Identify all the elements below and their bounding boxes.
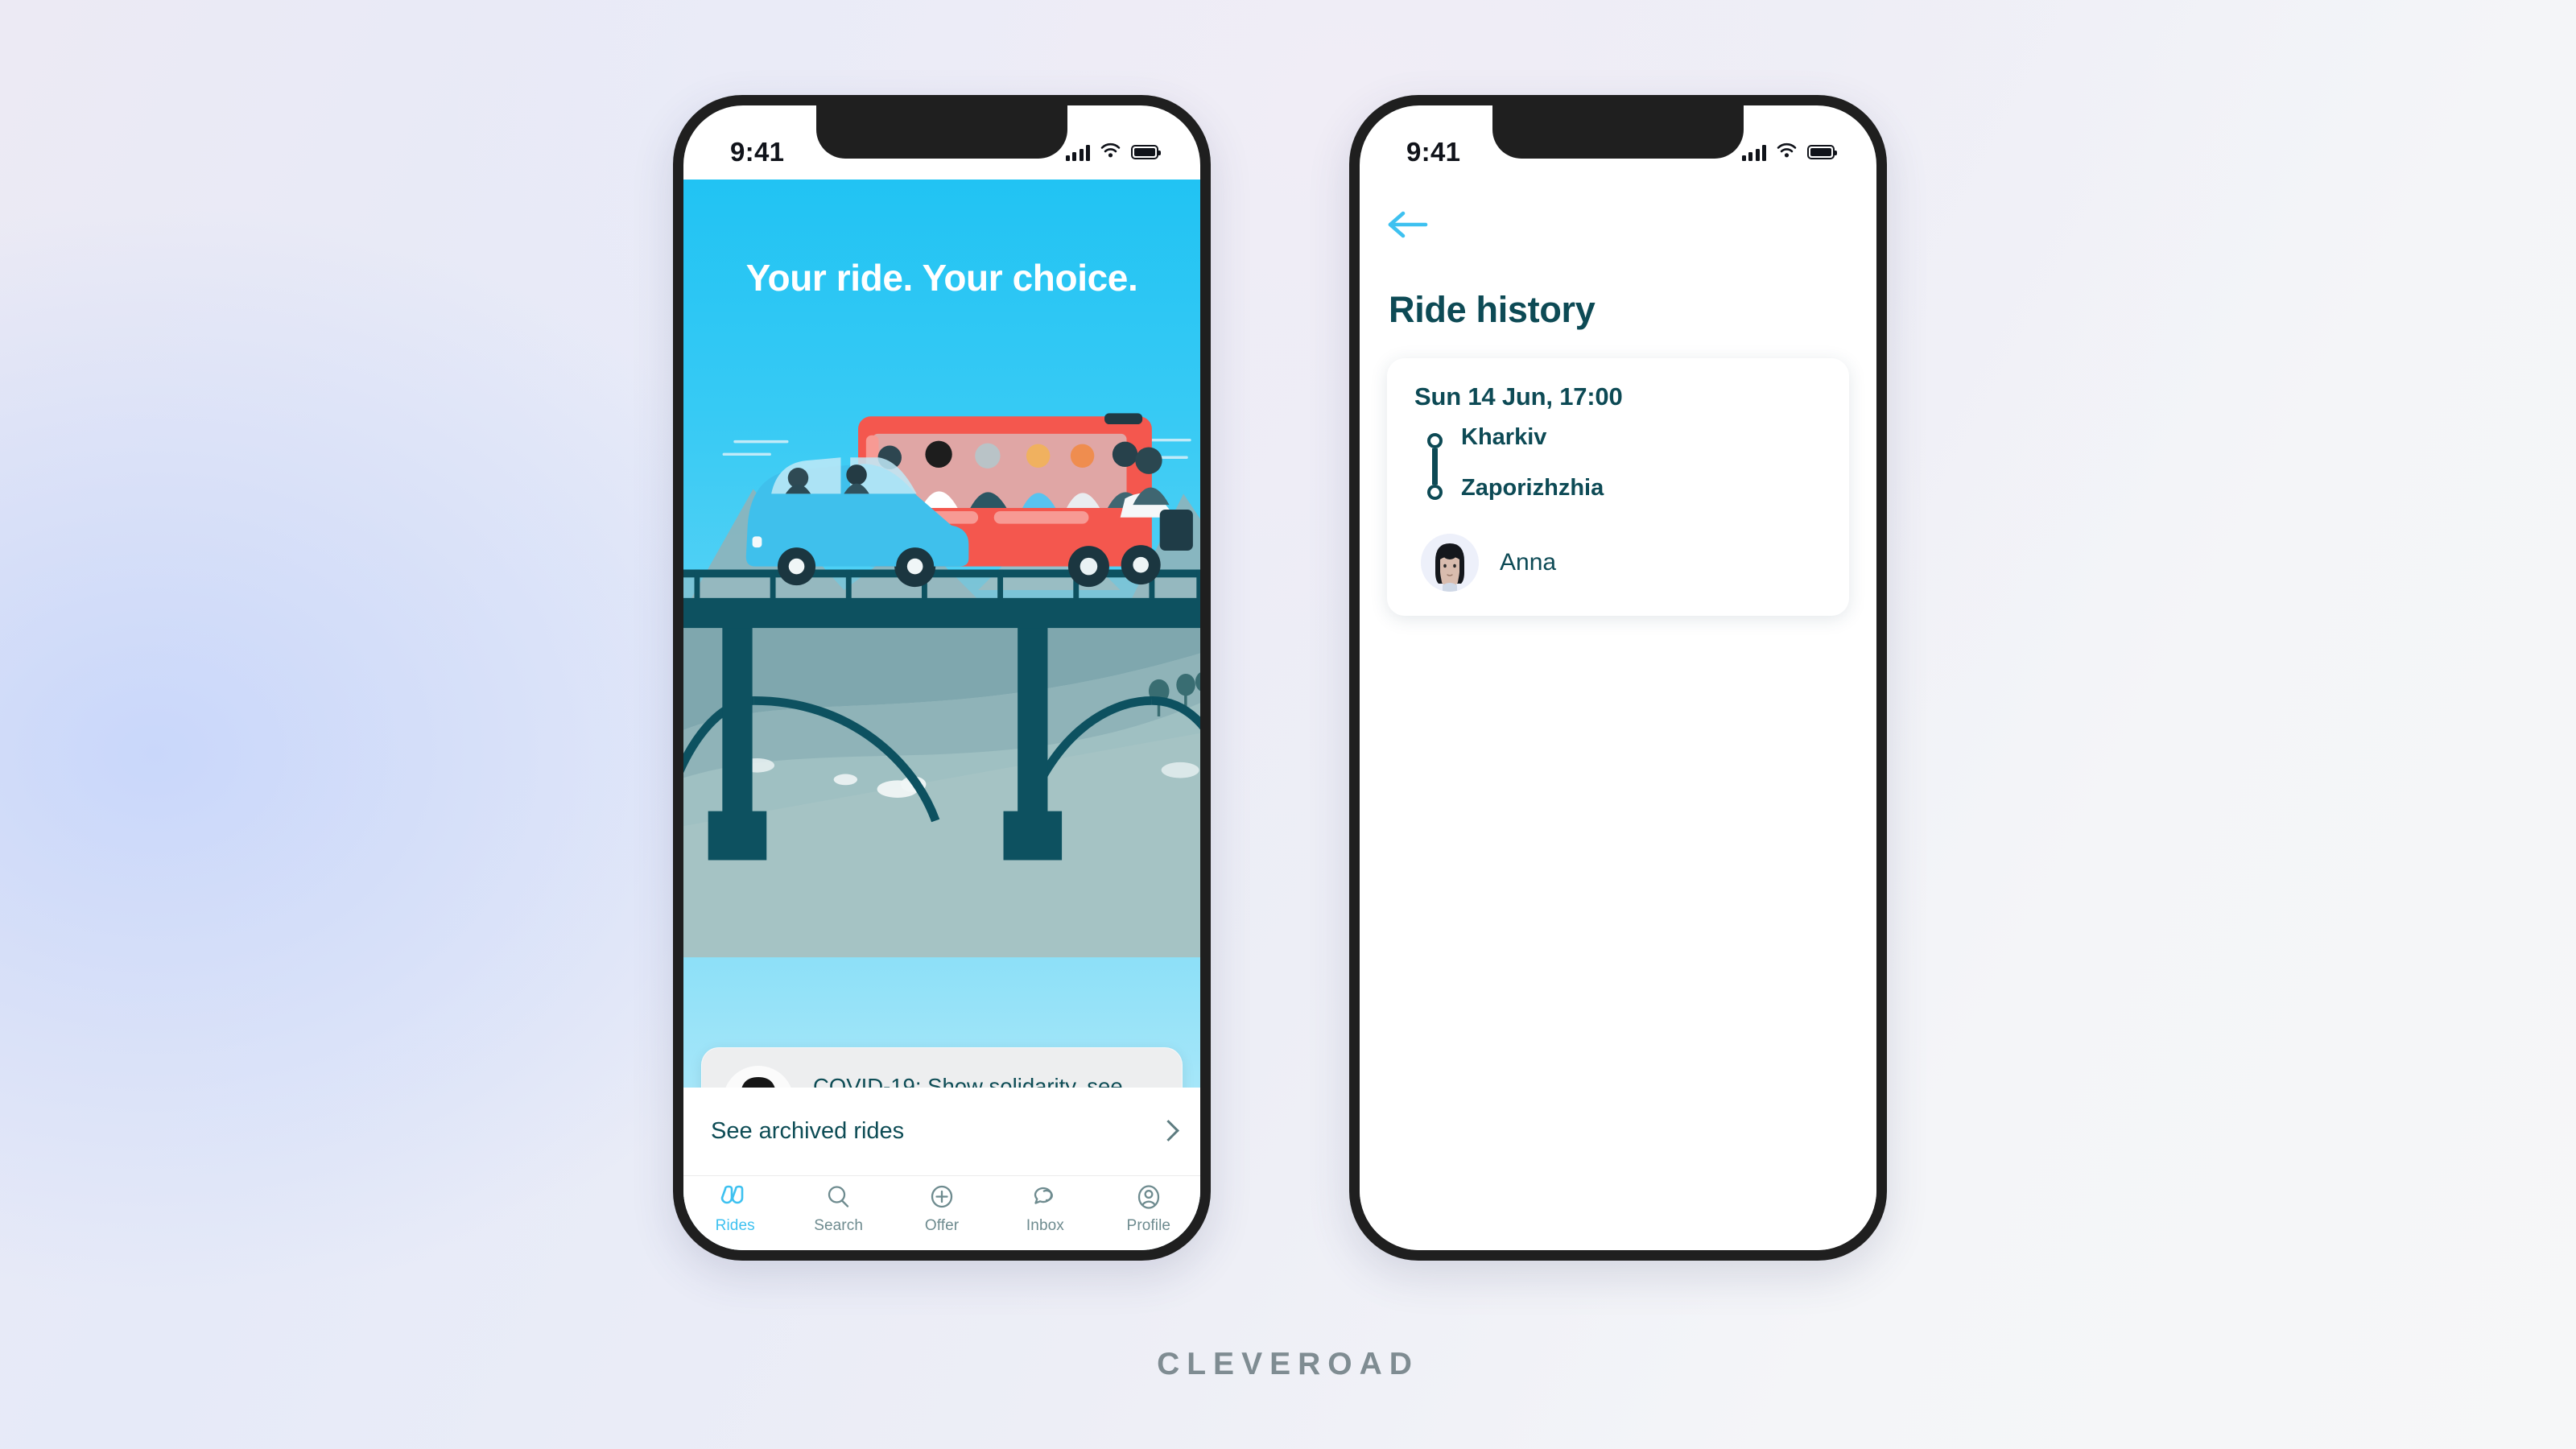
bottom-tab-bar: Rides Search Offer Inbox Profile <box>683 1176 1200 1250</box>
cleveroad-wordmark: CLEVEROAD <box>1157 1347 1419 1381</box>
signal-icon <box>1741 144 1766 161</box>
battery-icon <box>1807 145 1837 159</box>
battery-icon <box>1131 145 1161 159</box>
destination-dot-icon <box>1426 485 1443 500</box>
ride-history-card[interactable]: Sun 14 Jun, 17:00 Kharkiv Zaporizhzhia A… <box>1387 358 1849 616</box>
driver-name: Anna <box>1500 549 1557 576</box>
signal-icon <box>1065 144 1090 161</box>
avatar <box>1421 534 1479 592</box>
plus-circle-icon <box>929 1183 955 1212</box>
hero-headline: Your ride. Your choice. <box>745 257 1138 299</box>
status-bar-time: 9:41 <box>1406 137 1461 167</box>
driver-row[interactable]: Anna <box>1414 534 1822 592</box>
see-archived-rides-label: See archived rides <box>711 1118 905 1144</box>
chevron-right-icon <box>1159 1120 1173 1144</box>
right-screen: Ride history Sun 14 Jun, 17:00 Kharkiv Z… <box>1360 105 1876 1250</box>
destination-label: Zaporizhzhia <box>1461 475 1604 501</box>
tab-profile[interactable]: Profile <box>1097 1183 1200 1235</box>
arrow-left-icon <box>1385 208 1430 246</box>
tab-search-label: Search <box>814 1217 864 1234</box>
tab-rides[interactable]: Rides <box>683 1183 786 1235</box>
notch <box>1492 105 1744 159</box>
see-archived-rides-row[interactable]: See archived rides <box>683 1088 1200 1176</box>
route-stops: Kharkiv Zaporizhzhia <box>1461 426 1604 500</box>
tab-offer[interactable]: Offer <box>890 1183 993 1235</box>
hero-illustration-area: Your ride. Your choice. COVID-19: Show s… <box>683 180 1200 1250</box>
tab-profile-label: Profile <box>1126 1217 1171 1234</box>
tab-inbox-label: Inbox <box>1026 1217 1064 1234</box>
route-section: Kharkiv Zaporizhzhia <box>1414 426 1822 500</box>
phone-right: Ride history Sun 14 Jun, 17:00 Kharkiv Z… <box>1349 95 1887 1261</box>
tab-search[interactable]: Search <box>786 1183 890 1235</box>
left-screen: Your ride. Your choice. COVID-19: Show s… <box>683 105 1200 1250</box>
chat-bubble-icon <box>1031 1183 1059 1212</box>
tab-inbox[interactable]: Inbox <box>993 1183 1096 1235</box>
origin-label: Kharkiv <box>1461 424 1547 450</box>
status-bar-time: 9:41 <box>730 137 785 167</box>
tab-offer-label: Offer <box>924 1217 960 1234</box>
tab-rides-label: Rides <box>715 1217 755 1234</box>
search-icon <box>826 1183 852 1212</box>
person-circle-icon <box>1137 1183 1161 1212</box>
back-button[interactable] <box>1385 205 1435 247</box>
ride-history-screen: Ride history Sun 14 Jun, 17:00 Kharkiv Z… <box>1360 180 1876 1250</box>
page-title: Ride history <box>1389 289 1596 330</box>
rides-icon <box>720 1183 749 1212</box>
wifi-icon <box>1100 142 1121 162</box>
notch <box>816 105 1067 159</box>
route-track <box>1424 426 1445 500</box>
route-line <box>1431 448 1438 485</box>
origin-dot-icon <box>1426 433 1443 448</box>
phone-left: Your ride. Your choice. COVID-19: Show s… <box>673 95 1211 1261</box>
wifi-icon <box>1777 142 1797 162</box>
ride-datetime: Sun 14 Jun, 17:00 <box>1414 382 1623 411</box>
